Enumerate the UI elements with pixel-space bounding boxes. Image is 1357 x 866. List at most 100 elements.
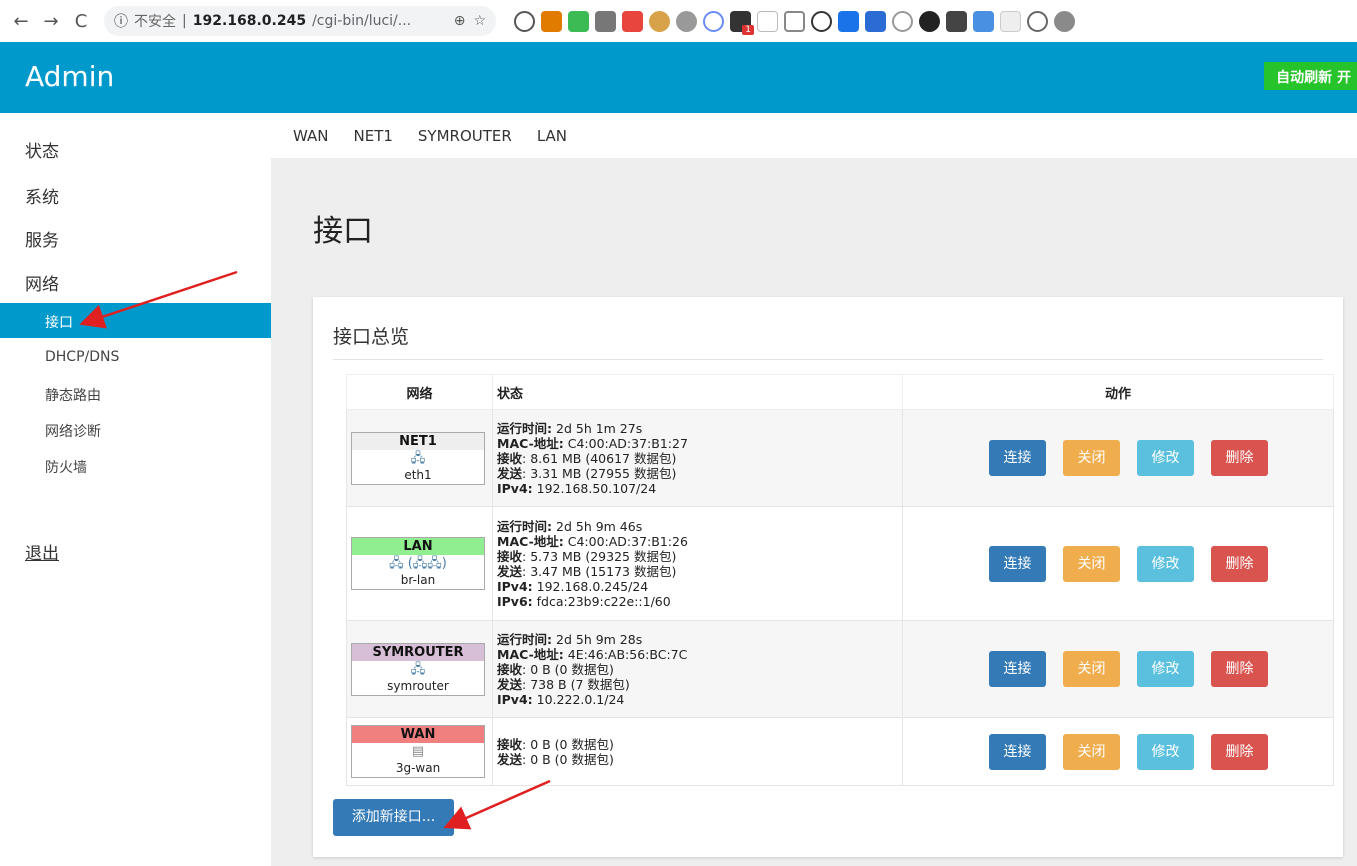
sidebar-sub-firewall[interactable]: 防火墙 [45, 457, 87, 477]
eye-ext-icon[interactable] [811, 10, 832, 32]
sidebar-sub-diagnostics[interactable]: 网络诊断 [45, 421, 101, 441]
network-cell: WAN ▤ 3g-wan [346, 717, 493, 786]
stat-value: 0 B (0 数据包) [530, 752, 614, 767]
address-bar[interactable]: ⓘ 不安全 | 192.168.0.245/cgi-bin/luci/... ⊕… [104, 6, 496, 36]
blank-ext-icon[interactable] [1000, 10, 1021, 32]
cursor-ext-icon[interactable] [757, 10, 778, 32]
interface-badge[interactable]: WAN ▤ 3g-wan [351, 725, 485, 778]
edit-button[interactable]: 修改 [1137, 733, 1194, 770]
stat-value: 192.168.0.245/24 [536, 579, 649, 594]
network-cell: NET1 🖧 eth1 [346, 409, 493, 507]
settings-ext-icon[interactable] [676, 10, 697, 32]
paragraph-ext-icon[interactable] [541, 10, 562, 32]
separator: | [182, 13, 187, 29]
close-button[interactable]: 关闭 [1063, 651, 1120, 687]
close-button[interactable]: 关闭 [1063, 545, 1120, 582]
interface-device: eth1 [404, 467, 432, 482]
delete-button[interactable]: 删除 [1211, 733, 1268, 770]
wave-ext-icon[interactable] [838, 10, 859, 32]
profile-avatar-icon[interactable] [1054, 10, 1075, 32]
interface-badge[interactable]: SYMROUTER 🖧 symrouter [351, 642, 485, 696]
fe-ext-icon[interactable] [622, 10, 643, 32]
connect-button[interactable]: 连接 [989, 545, 1046, 582]
network-cell: LAN 🖧 (🖧🖧) br-lan [346, 506, 493, 621]
bookmark-star-icon[interactable]: ☆ [473, 13, 486, 29]
status-cell: 运行时间: 2d 5h 9m 46s MAC-地址: C4:00:AD:37:B… [492, 506, 903, 621]
stat-key: 接收 [497, 451, 523, 466]
sidebar-item-system[interactable]: 系统 [25, 183, 59, 208]
zoom-icon[interactable]: ⊕ [454, 13, 466, 29]
sidebar-sub-interfaces[interactable]: 接口 [0, 303, 271, 338]
delete-button[interactable]: 删除 [1211, 651, 1268, 687]
edit-button[interactable]: 修改 [1137, 651, 1194, 687]
maps-ext-icon[interactable] [568, 10, 589, 32]
page-title: 接口 [313, 214, 373, 249]
interfaces-panel: 接口总览 网络 状态 动作 NET1 🖧 eth1 运行时间: 2d 5h 1m… [313, 297, 1343, 857]
stat-key: 接收 [497, 549, 523, 564]
tab-ext-icon[interactable]: 1 [730, 10, 754, 35]
table-row: SYMROUTER 🖧 symrouter 运行时间: 2d 5h 9m 28s… [346, 620, 1334, 718]
glasses-ext-icon[interactable] [946, 10, 967, 32]
camera-ext-icon[interactable] [595, 10, 616, 32]
stat-value: 2d 5h 1m 27s [556, 421, 643, 436]
ethernet-port-icon: 🖧 [410, 661, 426, 677]
stat-key: MAC-地址 [497, 647, 559, 662]
reload-button[interactable]: C [68, 8, 94, 34]
wan-port-icon: ▤ [411, 744, 425, 759]
main-content: 接口 接口总览 网络 状态 动作 NET1 🖧 eth1 运行时间: 2d 5h… [271, 158, 1357, 866]
add-interface-button[interactable]: 添加新接口... [333, 799, 454, 836]
dark-ext-icon[interactable] [919, 10, 940, 32]
status-cell: 接收: 0 B (0 数据包) 发送: 0 B (0 数据包) [492, 717, 903, 786]
action-cell: 连接 关闭 修改 删除 [902, 717, 1334, 786]
delete-button[interactable]: 删除 [1211, 545, 1268, 582]
url-host: 192.168.0.245 [192, 13, 307, 29]
sidebar-item-network[interactable]: 网络 [25, 270, 59, 295]
stat-key: 发送 [497, 466, 523, 481]
tab-wan[interactable]: WAN [293, 127, 329, 145]
stat-key: 运行时间 [497, 421, 548, 436]
translate-ext-icon[interactable] [973, 10, 994, 32]
word-ext-icon[interactable] [865, 10, 886, 32]
back-button[interactable]: ← [8, 8, 34, 34]
sidebar-item-status[interactable]: 状态 [25, 137, 59, 162]
stat-key: 接收 [497, 662, 523, 677]
sidebar-sub-dhcp-dns[interactable]: DHCP/DNS [45, 349, 119, 365]
connect-button[interactable]: 连接 [989, 651, 1046, 687]
action-cell: 连接 关闭 修改 删除 [902, 506, 1334, 621]
interface-name: SYMROUTER [352, 643, 484, 661]
auto-refresh-toggle[interactable]: 自动刷新 开 [1264, 62, 1357, 90]
logout-link[interactable]: 退出 [25, 539, 59, 564]
ext-badge-count: 1 [742, 24, 754, 35]
interface-badge[interactable]: LAN 🖧 (🖧🖧) br-lan [351, 537, 485, 590]
forward-button[interactable]: → [38, 8, 64, 34]
close-button[interactable]: 关闭 [1063, 440, 1120, 476]
connect-button[interactable]: 连接 [989, 440, 1046, 476]
delete-button[interactable]: 删除 [1211, 440, 1268, 476]
tab-symrouter[interactable]: SYMROUTER [418, 127, 512, 145]
stat-value: 5.73 MB (29325 数据包) [530, 549, 677, 564]
ip-ext-icon[interactable] [892, 10, 913, 32]
cookie-ext-icon[interactable] [649, 10, 670, 32]
history-ext-icon[interactable] [514, 10, 535, 32]
tab-net1[interactable]: NET1 [354, 127, 393, 145]
col-network-header: 网络 [346, 374, 493, 410]
sidebar-sub-static-routes[interactable]: 静态路由 [45, 385, 101, 405]
sidebar-item-services[interactable]: 服务 [25, 226, 59, 251]
interface-name: LAN [352, 538, 484, 555]
stat-value: fdca:23b9:c22e::1/60 [536, 594, 671, 609]
check-ext-icon[interactable] [703, 10, 724, 32]
edit-button[interactable]: 修改 [1137, 545, 1194, 582]
screenshot-ext-icon[interactable] [784, 10, 805, 32]
close-button[interactable]: 关闭 [1063, 733, 1120, 770]
panel-title: 接口总览 [333, 326, 410, 348]
interface-badge[interactable]: NET1 🖧 eth1 [351, 431, 485, 485]
stat-value: 192.168.50.107/24 [536, 481, 657, 496]
brand-title[interactable]: Admin [25, 60, 114, 93]
sidebar-sub-label: 接口 [45, 315, 73, 331]
edit-button[interactable]: 修改 [1137, 440, 1194, 476]
info-icon[interactable]: ⓘ [114, 11, 128, 31]
connect-button[interactable]: 连接 [989, 733, 1046, 770]
code-ext-icon[interactable] [1027, 10, 1048, 32]
tab-lan[interactable]: LAN [537, 127, 567, 145]
stat-value: 2d 5h 9m 46s [556, 519, 643, 534]
